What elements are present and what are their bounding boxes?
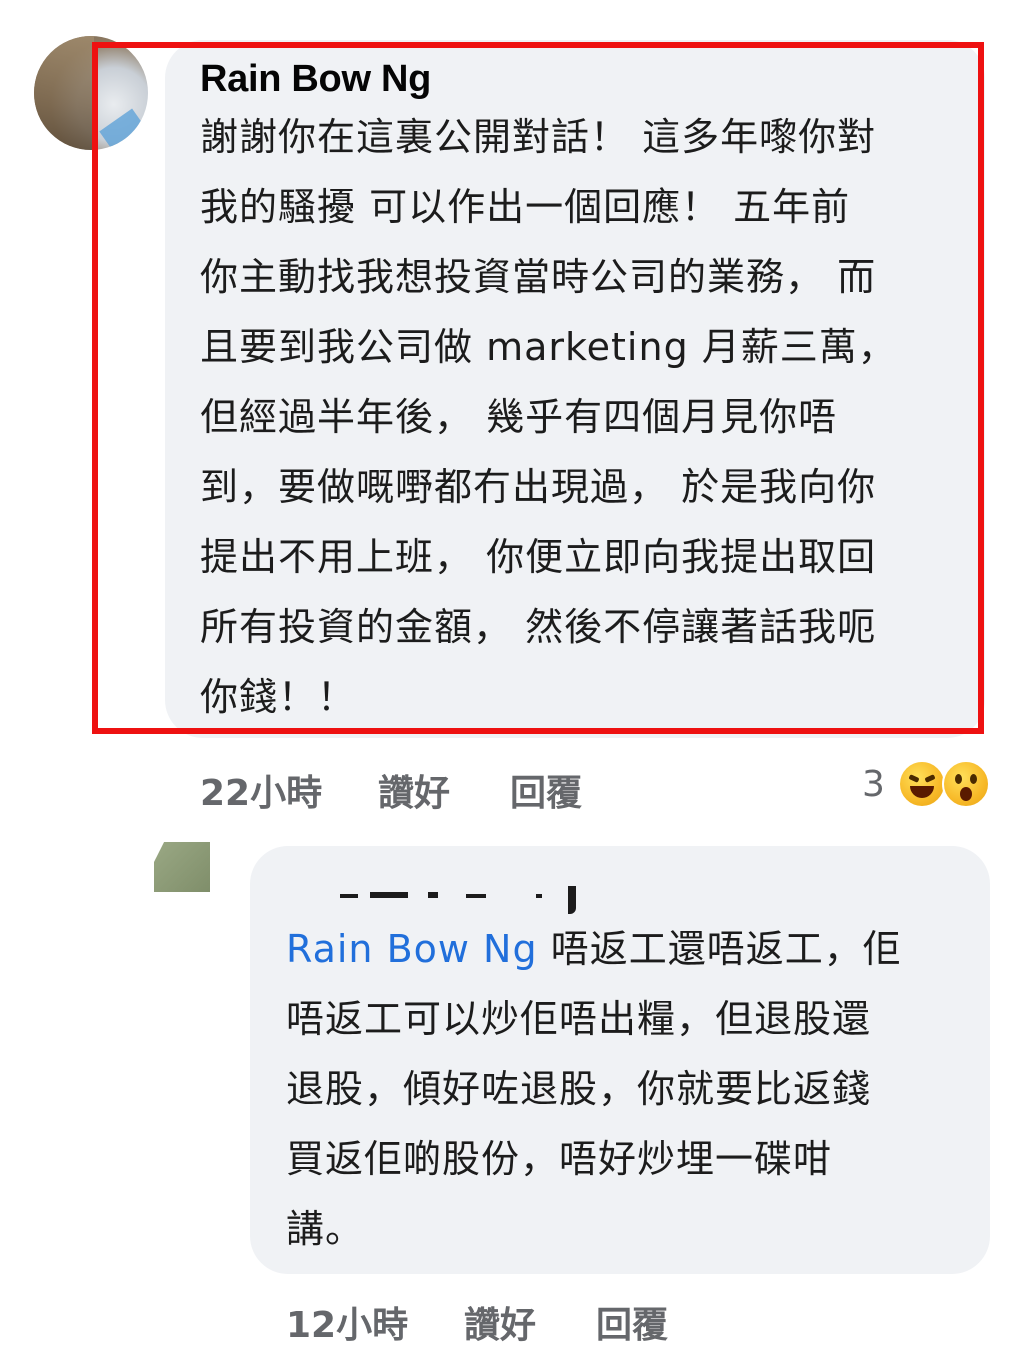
reply-body: Rain Bow Ng 唔返工還唔返工，佢 唔返工可以炒佢唔出糧，但退股還 退股… <box>286 914 902 1264</box>
reply-like-button[interactable]: 讚好 <box>464 1296 536 1348</box>
comment-timestamp[interactable]: 22小時 <box>200 764 322 816</box>
avatar-photo-shade <box>34 36 94 150</box>
red-highlight-box <box>92 42 984 734</box>
reply-author-redacted <box>340 880 600 916</box>
reply-button[interactable]: 回覆 <box>510 764 582 816</box>
reply-line: 唔返工可以炒佢唔出糧，但退股還 <box>286 997 872 1041</box>
reply-line-text: 唔返工還唔返工，佢 <box>537 927 902 971</box>
reply-line: 買返佢啲股份，唔好炒埋一碟咁 <box>286 1137 833 1181</box>
like-button[interactable]: 讚好 <box>378 764 450 816</box>
haha-emoji-icon <box>898 760 946 808</box>
reply-line: 退股，傾好咗退股，你就要比返錢 <box>286 1067 872 1111</box>
reply-timestamp[interactable]: 12小時 <box>286 1296 408 1348</box>
reply-reply-button[interactable]: 回覆 <box>596 1296 668 1348</box>
wow-emoji-icon <box>942 760 990 808</box>
reply-line: 講。 <box>286 1207 365 1251</box>
reply-line: Rain Bow Ng 唔返工還唔返工，佢 <box>286 914 902 984</box>
mention-link[interactable]: Rain Bow Ng <box>286 927 538 971</box>
reaction-count: 3 <box>862 764 885 805</box>
reply-avatar[interactable] <box>154 842 210 892</box>
